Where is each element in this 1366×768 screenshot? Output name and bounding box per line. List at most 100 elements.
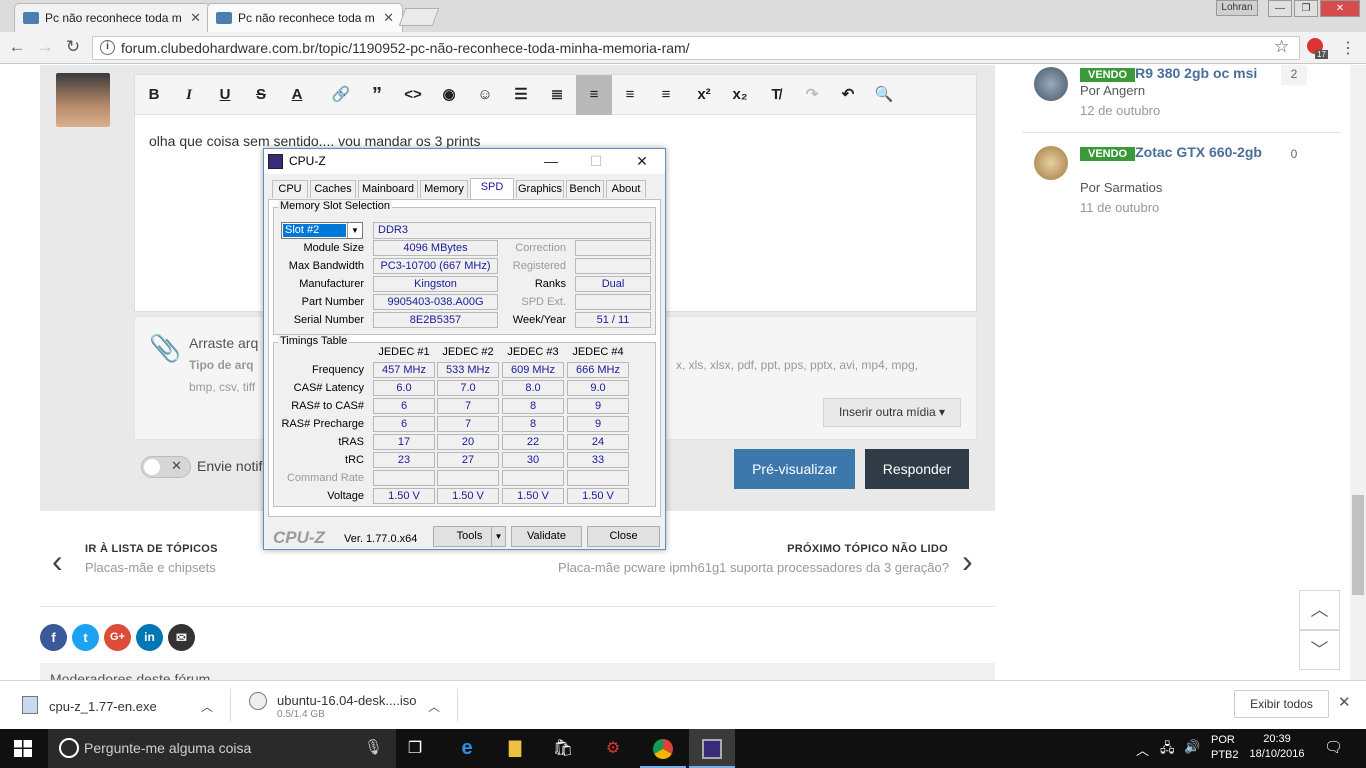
language-indicator[interactable]: POR PTB2 [1211,734,1239,761]
edge-icon[interactable]: e [444,729,490,768]
numbered-list-icon[interactable]: ≣ [539,75,575,115]
notify-toggle[interactable]: ✕ [141,456,191,478]
address-bar[interactable]: forum.clubedohardware.com.br/topic/11909… [92,36,1300,60]
tab-memory[interactable]: Memory [420,180,468,198]
chevron-up-icon[interactable]: ︿ [428,698,440,715]
align-left-icon[interactable]: ≡ [576,75,612,115]
chevron-left-icon[interactable]: ‹ [52,543,63,580]
tab-bench[interactable]: Bench [566,180,604,198]
chevron-right-icon[interactable]: › [962,543,973,580]
underline-icon[interactable]: U [207,75,243,115]
tab-graphics[interactable]: Graphics [516,180,564,198]
reply-button[interactable]: Responder [865,449,969,489]
undo-icon[interactable]: ↶ [830,75,866,115]
tab-mainboard[interactable]: Mainboard [358,180,418,198]
clear-format-icon[interactable]: T̸ [758,75,794,115]
show-all-button[interactable]: Exibir todos [1234,690,1329,718]
list-item[interactable]: VENDO Zotac GTX 660-2gb [1080,144,1270,163]
next-topic-title[interactable]: Placa-mãe pcware ipmh61g1 suporta proces… [558,560,949,575]
bookmark-star-icon[interactable]: ☆ [1274,37,1289,57]
forum-name[interactable]: Placas-mãe e chipsets [85,560,216,575]
profile-button[interactable]: Lohran [1216,0,1258,16]
tab-spd[interactable]: SPD [470,178,514,199]
task-view-icon[interactable]: ❐ [392,729,438,768]
slot-select[interactable]: Slot #2 ▼ [281,222,363,239]
tools-dropdown-icon[interactable]: ▼ [491,526,506,547]
code-icon[interactable]: <> [395,75,431,115]
web-page: B I U S A 🔗 ” <> ◉ ☺ ☰ ≣ ≡ ≡ ≡ x² x₂ T̸ … [0,65,1350,680]
close-tab-icon[interactable]: ✕ [190,10,201,26]
menu-icon[interactable]: ⋮ [1340,38,1356,58]
bold-icon[interactable]: B [136,75,172,115]
browser-tab[interactable]: Pc não reconhece toda m ✕ [14,3,210,32]
network-icon[interactable]: 🖧 [1160,739,1175,761]
site-info-icon[interactable]: i [100,40,115,55]
game-app-icon[interactable]: ⚙ [590,729,636,768]
maximize-icon[interactable]: ☐ [581,151,611,171]
googleplus-share-icon[interactable]: G+ [104,624,131,651]
windows-start-icon[interactable] [14,740,32,757]
browser-tab-active[interactable]: Pc não reconhece toda m ✕ [207,3,403,32]
strikethrough-icon[interactable]: S [243,75,279,115]
reload-icon[interactable]: ↻ [62,37,84,57]
tab-cpu[interactable]: CPU [272,180,308,198]
back-to-list-link[interactable]: IR À LISTA DE TÓPICOS [85,543,218,555]
notifications-icon[interactable]: 🗨 [1324,738,1343,756]
file-explorer-icon[interactable]: ▇ [492,729,538,768]
font-color-icon[interactable]: A [279,75,315,115]
redo-icon[interactable]: ↷ [794,75,830,115]
spoiler-eye-icon[interactable]: ◉ [431,75,467,115]
tab-about[interactable]: About [606,180,646,198]
scrollbar-thumb[interactable] [1352,495,1364,595]
quote-icon[interactable]: ” [359,75,395,115]
minimize-icon[interactable]: — [536,151,566,171]
scroll-top-button[interactable]: ︿ [1299,590,1340,630]
subscript-icon[interactable]: x₂ [722,75,758,115]
chrome-icon[interactable] [640,729,686,768]
close-icon[interactable]: ✕ [1338,693,1351,711]
preview-doc-icon[interactable]: 🔍 [866,75,902,115]
download-name[interactable]: ubuntu-16.04-desk....iso [277,693,416,708]
restore-icon[interactable]: ❐ [1294,0,1318,17]
back-icon[interactable]: ← [6,37,28,57]
superscript-icon[interactable]: x² [686,75,722,115]
volume-icon[interactable]: 🔊 [1184,739,1200,755]
bulleted-list-icon[interactable]: ☰ [503,75,539,115]
tab-caches[interactable]: Caches [310,180,356,198]
validate-button[interactable]: Validate [511,526,582,547]
forward-icon[interactable]: → [34,37,56,57]
cpuz-taskbar-icon[interactable] [689,729,735,768]
twitter-share-icon[interactable]: t [72,624,99,651]
align-center-icon[interactable]: ≡ [612,75,648,115]
close-button[interactable]: Close [587,526,660,547]
link-icon[interactable]: 🔗 [323,75,359,115]
linkedin-share-icon[interactable]: in [136,624,163,651]
close-tab-icon[interactable]: ✕ [383,10,394,26]
italic-icon[interactable]: I [171,75,207,115]
chevron-up-icon[interactable]: ︿ [201,698,213,715]
facebook-share-icon[interactable]: f [40,624,67,651]
scroll-bottom-button[interactable]: ﹀ [1299,630,1340,670]
module-size: 4096 MBytes [373,240,498,256]
topic-title[interactable]: R9 380 2gb oc msi [1135,65,1257,81]
timing-value: 8 [502,398,564,414]
list-item[interactable]: VENDO R9 380 2gb oc msi [1080,65,1257,82]
download-name[interactable]: cpu-z_1.77-en.exe [49,699,157,714]
tray-overflow-icon[interactable]: ︿ [1136,740,1149,759]
insert-media-button[interactable]: Inserir outra mídia ▾ [823,398,961,427]
new-tab-button[interactable] [398,8,440,26]
align-right-icon[interactable]: ≡ [648,75,684,115]
cortana-search-box[interactable]: Pergunte-me alguma coisa 🎙 [48,729,396,768]
email-share-icon[interactable]: ✉ [168,624,195,651]
store-icon[interactable]: 🛍 [540,729,586,768]
preview-button[interactable]: Pré-visualizar [734,449,855,489]
microphone-icon[interactable]: 🎙 [364,738,383,756]
close-icon[interactable]: ✕ [627,151,657,171]
emoji-icon[interactable]: ☺ [467,75,503,115]
minimize-icon[interactable]: — [1268,0,1292,17]
topic-title[interactable]: Zotac GTX 660-2gb [1135,144,1262,160]
clock[interactable]: 20:39 18/10/2016 [1246,733,1308,760]
next-unread-link[interactable]: PRÓXIMO TÓPICO NÃO LIDO [787,543,948,555]
close-window-icon[interactable]: ✕ [1320,0,1360,17]
timing-column-header: JEDEC #4 [572,346,624,358]
